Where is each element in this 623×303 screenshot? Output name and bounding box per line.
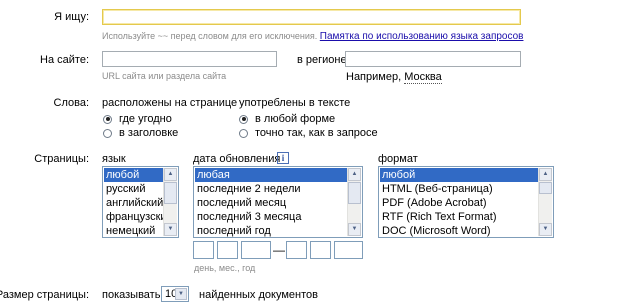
language-listbox[interactable]: любой русский английский французский нем… xyxy=(102,166,179,238)
list-item[interactable]: HTML (Веб-страница) xyxy=(380,182,538,196)
updated-scroll-thumb[interactable] xyxy=(348,182,361,204)
radio-any-form-circle[interactable] xyxy=(239,114,248,124)
chevron-down-icon[interactable]: ▼ xyxy=(175,288,187,300)
updated-title: дата обновления xyxy=(193,153,281,165)
updated-scrollbar[interactable]: ▲ ▼ xyxy=(347,168,361,236)
list-item[interactable]: DOC (Microsoft Word) xyxy=(380,224,538,237)
down-arrow-icon[interactable]: ▼ xyxy=(539,223,552,236)
list-item[interactable]: любой xyxy=(380,168,538,182)
query-input[interactable] xyxy=(102,9,521,25)
language-scrollbar[interactable]: ▲ ▼ xyxy=(163,168,177,236)
date-to-day[interactable] xyxy=(286,241,307,259)
region-label: в регионе xyxy=(297,54,347,66)
down-arrow-icon[interactable]: ▼ xyxy=(348,223,361,236)
words-label: Слова: xyxy=(53,97,90,109)
list-item[interactable]: немецкий xyxy=(104,224,163,237)
site-input[interactable] xyxy=(102,51,277,67)
date-to-month[interactable] xyxy=(310,241,331,259)
site-hint: URL сайта или раздела сайта xyxy=(102,71,227,81)
radio-any-form-label: в любой форме xyxy=(255,113,336,125)
page-size-suffix: найденных документов xyxy=(199,289,318,301)
list-item[interactable]: русский xyxy=(104,182,163,196)
list-item[interactable]: RTF (Rich Text Format) xyxy=(380,210,538,224)
list-item[interactable]: последний 3 месяца xyxy=(195,210,347,224)
query-language-memo-link[interactable]: Памятка по использованию языка запросов xyxy=(320,31,524,42)
radio-anywhere[interactable]: где угодно xyxy=(103,113,172,125)
radio-exact-circle[interactable] xyxy=(239,128,248,138)
list-item[interactable]: английский xyxy=(104,196,163,210)
region-example-prefix: Например, xyxy=(346,71,402,83)
radio-exact[interactable]: точно так, как в запросе xyxy=(239,127,378,139)
query-label: Я ищу: xyxy=(54,11,89,23)
date-from-year[interactable] xyxy=(241,241,271,259)
list-item[interactable]: последний год xyxy=(195,224,347,237)
region-example: Например, Москва xyxy=(346,71,442,84)
query-hint-text: Используйте ~~ перед словом для его искл… xyxy=(102,31,318,41)
radio-in-title[interactable]: в заголовке xyxy=(103,127,178,139)
info-icon[interactable]: i xyxy=(277,152,289,164)
page-size-show-label: показывать xyxy=(102,289,161,301)
up-arrow-icon[interactable]: ▲ xyxy=(348,168,361,181)
format-title: формат xyxy=(378,153,418,165)
date-hint: день, мес., год xyxy=(194,263,256,273)
language-title: язык xyxy=(102,153,126,165)
format-listbox[interactable]: любой HTML (Веб-страница) PDF (Adobe Acr… xyxy=(378,166,554,238)
list-item[interactable]: последний месяц xyxy=(195,196,347,210)
radio-anywhere-label: где угодно xyxy=(119,113,172,125)
list-item[interactable]: любой xyxy=(104,168,163,182)
radio-in-title-label: в заголовке xyxy=(119,127,179,139)
site-label: На сайте: xyxy=(40,54,89,66)
date-to-year[interactable] xyxy=(334,241,363,259)
list-item[interactable]: любая xyxy=(195,168,347,182)
region-input[interactable] xyxy=(345,51,521,67)
used-title: употреблены в тексте xyxy=(239,97,351,109)
radio-anywhere-circle[interactable] xyxy=(103,114,112,124)
radio-exact-label: точно так, как в запросе xyxy=(255,127,378,139)
radio-in-title-circle[interactable] xyxy=(103,128,112,138)
list-item[interactable]: PDF (Adobe Acrobat) xyxy=(380,196,538,210)
region-example-link[interactable]: Москва xyxy=(404,71,442,84)
up-arrow-icon[interactable]: ▲ xyxy=(539,168,552,181)
list-item[interactable]: французский xyxy=(104,210,163,224)
updated-listbox[interactable]: любая последние 2 недели последний месяц… xyxy=(193,166,363,238)
radio-any-form[interactable]: в любой форме xyxy=(239,113,335,125)
page-size-select[interactable]: 10 ▼ xyxy=(161,286,189,302)
query-hint: Используйте ~~ перед словом для его искл… xyxy=(102,31,523,42)
up-arrow-icon[interactable]: ▲ xyxy=(164,168,177,181)
date-from-month[interactable] xyxy=(217,241,238,259)
list-item[interactable]: последние 2 недели xyxy=(195,182,347,196)
date-from-day[interactable] xyxy=(193,241,214,259)
format-scroll-thumb[interactable] xyxy=(539,182,552,194)
page-size-label: Размер страницы: xyxy=(0,289,89,301)
date-range-dash: — xyxy=(273,243,285,257)
pages-label: Страницы: xyxy=(34,153,89,165)
language-scroll-thumb[interactable] xyxy=(164,182,177,204)
format-scrollbar[interactable]: ▲ ▼ xyxy=(538,168,552,236)
down-arrow-icon[interactable]: ▼ xyxy=(164,223,177,236)
located-title: расположены на странице xyxy=(102,97,238,109)
